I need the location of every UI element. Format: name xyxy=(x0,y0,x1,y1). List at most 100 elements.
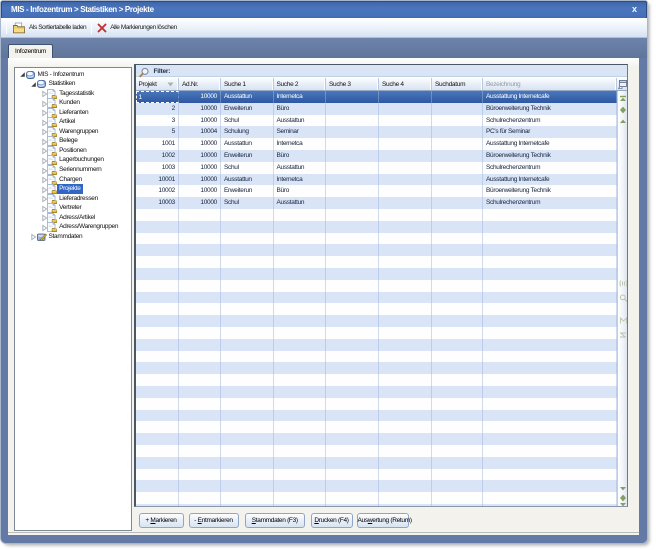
cell-ad-nr-[interactable] xyxy=(179,362,221,374)
cell-bezeichnung[interactable] xyxy=(483,480,617,492)
cell-suchdatum[interactable] xyxy=(432,292,483,304)
action-button-markieren[interactable]: + Markieren xyxy=(139,513,184,528)
cell-suche-1[interactable] xyxy=(221,327,274,339)
first-row-button[interactable] xyxy=(619,95,627,103)
cell-suche-2[interactable] xyxy=(274,469,327,481)
cell-projekt[interactable] xyxy=(136,256,180,268)
table-empty-row[interactable] xyxy=(136,303,617,315)
cell-suchdatum[interactable] xyxy=(432,303,483,315)
table-empty-row[interactable] xyxy=(136,339,617,351)
cell-bezeichnung[interactable] xyxy=(483,315,617,327)
cell-suche-4[interactable] xyxy=(379,339,432,351)
cell-suche-4[interactable] xyxy=(379,244,432,256)
cell-suche-4[interactable] xyxy=(379,457,432,469)
cell-suche-3[interactable] xyxy=(326,469,379,481)
tree-item-label[interactable]: Statistiken xyxy=(47,79,78,89)
cell-projekt[interactable] xyxy=(136,504,180,506)
cell-suche-3[interactable] xyxy=(326,362,379,374)
cell-suche-4[interactable] xyxy=(379,292,432,304)
cell-suche-4[interactable] xyxy=(379,327,432,339)
cell-suche-1[interactable] xyxy=(221,244,274,256)
cell-suchdatum[interactable] xyxy=(432,327,483,339)
cell-ad-nr-[interactable] xyxy=(179,386,221,398)
cell-bezeichnung[interactable] xyxy=(483,374,617,386)
cell-ad-nr-[interactable]: 10000 xyxy=(179,115,221,127)
cell-suche-2[interactable] xyxy=(274,398,327,410)
cell-suchdatum[interactable] xyxy=(432,138,483,150)
cell-suche-3[interactable] xyxy=(326,339,379,351)
search-button[interactable] xyxy=(619,294,627,302)
cell-suche-1[interactable]: Ausstattun xyxy=(221,174,274,186)
cell-projekt[interactable]: 3 xyxy=(136,115,180,127)
cell-suche-3[interactable] xyxy=(326,445,379,457)
cell-suche-2[interactable]: Internetca xyxy=(274,91,327,103)
cell-ad-nr-[interactable]: 10000 xyxy=(179,138,221,150)
cell-suche-3[interactable] xyxy=(326,91,379,103)
cell-bezeichnung[interactable] xyxy=(483,339,617,351)
cell-suchdatum[interactable] xyxy=(432,469,483,481)
cell-projekt[interactable] xyxy=(136,244,180,256)
table-empty-row[interactable] xyxy=(136,327,617,339)
cell-suchdatum[interactable] xyxy=(432,115,483,127)
cell-bezeichnung[interactable]: Büroerweiterung Technik xyxy=(483,185,617,197)
cell-ad-nr-[interactable] xyxy=(179,457,221,469)
cell-suche-2[interactable] xyxy=(274,351,327,363)
tree-item-label[interactable]: Lieferadressen xyxy=(57,194,100,204)
action-button-auswertung-return[interactable]: Auswertung (Return) xyxy=(357,513,409,528)
grid-corner[interactable] xyxy=(617,78,627,91)
cell-suche-1[interactable] xyxy=(221,268,274,280)
cell-suchdatum[interactable] xyxy=(432,221,483,233)
cell-ad-nr-[interactable]: 10004 xyxy=(179,126,221,138)
cell-bezeichnung[interactable] xyxy=(483,362,617,374)
cell-suche-1[interactable]: Erweiterun xyxy=(221,103,274,115)
cell-suche-2[interactable] xyxy=(274,504,327,506)
cell-suche-3[interactable] xyxy=(326,244,379,256)
cell-suche-3[interactable] xyxy=(326,292,379,304)
cell-suche-1[interactable]: Erweiterun xyxy=(221,185,274,197)
cell-projekt[interactable] xyxy=(136,398,180,410)
cell-projekt[interactable]: 5 xyxy=(136,126,180,138)
cell-suchdatum[interactable] xyxy=(432,162,483,174)
column-header-suche-1[interactable]: Suche 1 xyxy=(221,78,274,90)
cell-suchdatum[interactable] xyxy=(432,457,483,469)
tree-item-label[interactable]: Adress/Artikel xyxy=(57,213,97,223)
cell-suche-4[interactable] xyxy=(379,421,432,433)
cell-suche-1[interactable] xyxy=(221,492,274,504)
cell-suche-4[interactable] xyxy=(379,433,432,445)
cell-suche-4[interactable] xyxy=(379,91,432,103)
tree-item-label[interactable]: Artikel xyxy=(57,117,77,127)
cell-suche-1[interactable] xyxy=(221,504,274,506)
insert-button[interactable] xyxy=(619,279,627,287)
cell-suche-2[interactable] xyxy=(274,327,327,339)
cell-bezeichnung[interactable]: Ausstattung Internetcafe xyxy=(483,138,617,150)
cell-suche-2[interactable] xyxy=(274,244,327,256)
cell-suche-3[interactable] xyxy=(326,374,379,386)
cell-bezeichnung[interactable] xyxy=(483,233,617,245)
cell-suchdatum[interactable] xyxy=(432,209,483,221)
cell-suchdatum[interactable] xyxy=(432,374,483,386)
cell-suche-3[interactable] xyxy=(326,504,379,506)
cell-suche-4[interactable] xyxy=(379,351,432,363)
cell-suchdatum[interactable] xyxy=(432,256,483,268)
cell-projekt[interactable]: 1 xyxy=(136,91,180,103)
cell-suche-4[interactable] xyxy=(379,445,432,457)
cell-suche-4[interactable] xyxy=(379,162,432,174)
column-header-suche-4[interactable]: Suche 4 xyxy=(379,78,432,90)
cell-projekt[interactable] xyxy=(136,327,180,339)
cell-bezeichnung[interactable] xyxy=(483,492,617,504)
cell-suche-3[interactable] xyxy=(326,410,379,422)
next-row-button[interactable] xyxy=(619,485,627,493)
cell-suche-3[interactable] xyxy=(326,115,379,127)
cell-suche-3[interactable] xyxy=(326,221,379,233)
cell-projekt[interactable]: 10003 xyxy=(136,197,180,209)
cell-suche-4[interactable] xyxy=(379,115,432,127)
cell-suche-3[interactable] xyxy=(326,433,379,445)
cell-suche-1[interactable] xyxy=(221,469,274,481)
tree-item-label[interactable]: Stammdaten xyxy=(47,232,85,242)
cell-bezeichnung[interactable] xyxy=(483,469,617,481)
cell-projekt[interactable] xyxy=(136,221,180,233)
cell-ad-nr-[interactable]: 10000 xyxy=(179,197,221,209)
cell-suche-2[interactable]: Ausstattun xyxy=(274,115,327,127)
cell-suche-1[interactable] xyxy=(221,374,274,386)
cell-ad-nr-[interactable] xyxy=(179,209,221,221)
